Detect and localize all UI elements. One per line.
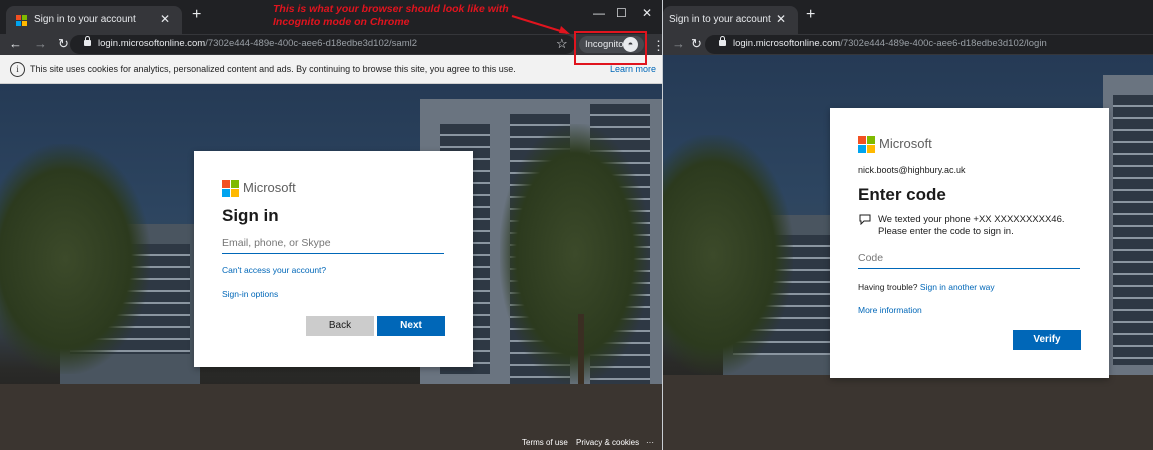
cant-access-link[interactable]: Can't access your account? (222, 265, 326, 275)
microsoft-wordmark: Microsoft (879, 136, 932, 151)
sms-message-line1: We texted your phone +XX XXXXXXXXX46. (878, 214, 1065, 225)
lock-icon (719, 36, 726, 46)
tab-strip: Sign in to your account ✕ + (663, 0, 1153, 34)
right-browser-window: Sign in to your account ✕ + → ↻ login.mi… (663, 0, 1153, 450)
sign-in-another-way-link[interactable]: Sign in another way (920, 282, 995, 292)
cookie-message: This site uses cookies for analytics, pe… (30, 64, 516, 74)
account-identity: nick.boots@highbury.ac.uk (858, 165, 966, 175)
reload-icon[interactable]: ↻ (691, 36, 702, 52)
forward-arrow-icon[interactable]: → (672, 36, 685, 51)
close-tab-icon[interactable]: ✕ (776, 12, 786, 26)
address-bar[interactable]: login.microsoftonline.com/7302e444-489e-… (705, 35, 1153, 54)
url-text: login.microsoftonline.com/7302e444-489e-… (733, 38, 1047, 49)
back-button[interactable]: Back (306, 316, 374, 336)
verify-button[interactable]: Verify (1013, 330, 1081, 350)
sms-message: We texted your phone +XX XXXXXXXXX46. Pl… (878, 214, 1065, 238)
having-trouble-row: Having trouble? Sign in another way (858, 282, 995, 292)
code-field[interactable] (858, 248, 1080, 269)
tab-title: Sign in to your account (669, 14, 771, 25)
browser-tab[interactable]: Sign in to your account ✕ (663, 6, 798, 34)
browser-toolbar: → ↻ login.microsoftonline.com/7302e444-4… (663, 34, 1153, 55)
more-options-icon[interactable]: ··· (646, 438, 654, 447)
signin-heading: Sign in (222, 206, 279, 225)
signin-options-link[interactable]: Sign-in options (222, 289, 278, 299)
privacy-cookies-link[interactable]: Privacy & cookies (576, 438, 639, 447)
annotation-arrow (511, 15, 570, 34)
email-field[interactable] (222, 233, 444, 254)
courtyard (663, 375, 1153, 450)
signin-card: Microsoft Sign in Can't access your acco… (194, 151, 473, 367)
annotation-highlight-box (574, 31, 647, 65)
enter-code-card: Microsoft nick.boots@highbury.ac.uk Ente… (830, 108, 1109, 378)
microsoft-wordmark: Microsoft (243, 180, 296, 195)
tree (663, 135, 793, 375)
tree (0, 144, 150, 374)
next-button[interactable]: Next (377, 316, 445, 336)
plus-icon[interactable]: + (806, 6, 815, 24)
enter-code-heading: Enter code (858, 185, 946, 204)
more-information-link[interactable]: More information (858, 305, 922, 315)
having-trouble-text: Having trouble? (858, 282, 918, 292)
sms-message-line2: Please enter the code to sign in. (878, 226, 1014, 237)
tree (500, 124, 650, 384)
message-icon (859, 214, 871, 225)
terms-of-use-link[interactable]: Terms of use (522, 438, 568, 447)
left-browser-window: Sign in to your account ✕ + — ☐ ✕ ← → ↻ … (0, 0, 662, 450)
info-icon: i (10, 62, 25, 77)
learn-more-link[interactable]: Learn more (610, 64, 656, 74)
building-windows (1113, 95, 1153, 365)
